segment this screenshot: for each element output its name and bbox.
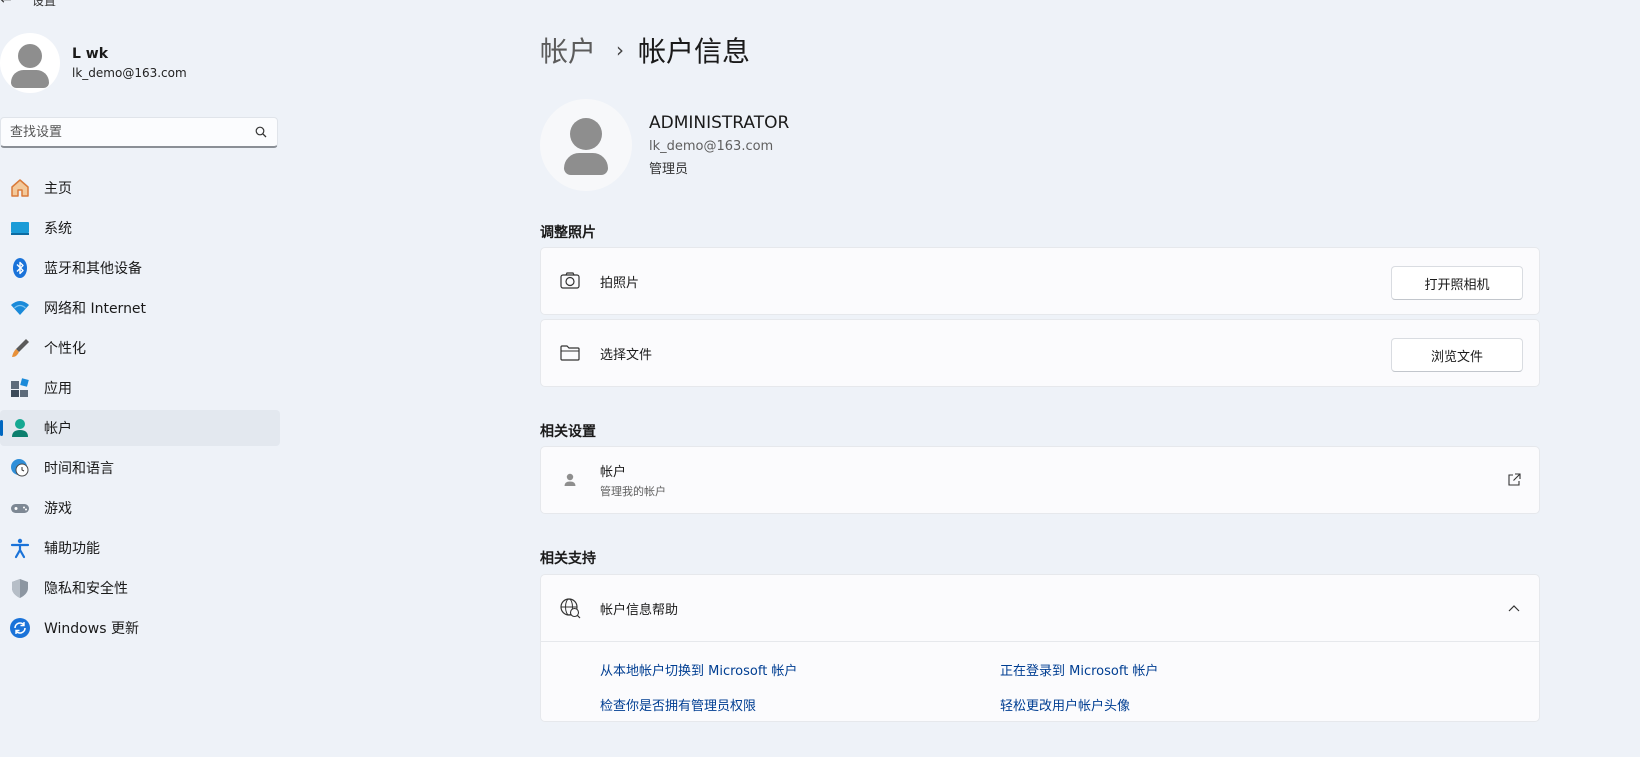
- help-link[interactable]: 正在登录到 Microsoft 帐户: [1000, 660, 1400, 686]
- sidebar-item-label: 系统: [44, 221, 72, 237]
- account-email: lk_demo@163.com: [649, 139, 774, 154]
- globe-help-icon: [558, 597, 582, 619]
- sidebar-item-system[interactable]: 系统: [0, 210, 280, 246]
- sidebar-nav: 主页 系统 蓝牙和其他设备 网络和 Internet 个性化 应用 帐户 时间和…: [0, 170, 280, 650]
- sidebar-item-label: 时间和语言: [44, 461, 114, 477]
- sidebar-item-personalization[interactable]: 个性化: [0, 330, 280, 366]
- sidebar-item-network[interactable]: 网络和 Internet: [0, 290, 280, 326]
- sidebar-item-label: 游戏: [44, 501, 72, 517]
- user-profile[interactable]: L wk lk_demo@163.com: [0, 33, 187, 93]
- home-icon: [9, 177, 31, 199]
- related-account-title: 帐户: [600, 465, 627, 480]
- sidebar-item-label: 辅助功能: [44, 541, 100, 557]
- sidebar: L wk lk_demo@163.com 主页 系统 蓝牙和其他设备: [0, 0, 280, 757]
- sidebar-item-label: 应用: [44, 381, 72, 397]
- apps-icon: [9, 377, 31, 399]
- account-name: ADMINISTRATOR: [649, 113, 790, 133]
- sidebar-item-label: 帐户: [44, 421, 72, 437]
- search-icon[interactable]: [249, 126, 273, 138]
- help-link[interactable]: 从本地帐户切换到 Microsoft 帐户: [600, 660, 1000, 686]
- sidebar-item-label: 个性化: [44, 341, 86, 357]
- sidebar-item-privacy[interactable]: 隐私和安全性: [0, 570, 280, 606]
- search-input[interactable]: [1, 123, 249, 141]
- chevron-right-icon: ›: [616, 38, 625, 62]
- sidebar-item-accessibility[interactable]: 辅助功能: [0, 530, 280, 566]
- breadcrumb: 帐户 › 帐户信息: [540, 30, 750, 70]
- open-camera-button[interactable]: 打开照相机: [1391, 266, 1523, 300]
- update-icon: [9, 617, 31, 639]
- sidebar-item-home[interactable]: 主页: [0, 170, 280, 206]
- help-link[interactable]: 检查你是否拥有管理员权限: [600, 695, 1000, 721]
- account-icon: [9, 417, 31, 439]
- related-account-card[interactable]: 帐户 管理我的帐户: [540, 446, 1540, 514]
- sidebar-item-time-language[interactable]: 时间和语言: [0, 450, 280, 486]
- sidebar-item-label: Windows 更新: [44, 621, 139, 637]
- take-photo-card: 拍照片 打开照相机: [540, 247, 1540, 315]
- camera-icon: [558, 272, 582, 290]
- account-summary: ADMINISTRATOR lk_demo@163.com 管理员: [540, 99, 789, 191]
- sidebar-item-label: 隐私和安全性: [44, 581, 128, 597]
- bluetooth-icon: [9, 257, 31, 279]
- brush-icon: [9, 337, 31, 359]
- sidebar-item-gaming[interactable]: 游戏: [0, 490, 280, 526]
- user-name: L wk: [72, 46, 109, 62]
- chevron-up-icon[interactable]: [1505, 599, 1523, 617]
- help-link[interactable]: 轻松更改用户帐户头像: [1000, 695, 1400, 721]
- shield-icon: [9, 577, 31, 599]
- account-help-links: 从本地帐户切换到 Microsoft 帐户 正在登录到 Microsoft 帐户…: [541, 641, 1539, 721]
- wifi-icon: [9, 297, 31, 319]
- external-link-icon[interactable]: [1505, 471, 1523, 489]
- account-avatar: [540, 99, 632, 191]
- sidebar-item-accounts[interactable]: 帐户: [0, 410, 280, 446]
- time-language-icon: [9, 457, 31, 479]
- accessibility-icon: [9, 537, 31, 559]
- sidebar-item-apps[interactable]: 应用: [0, 370, 280, 406]
- search-box: [0, 117, 278, 148]
- account-help-card: 帐户信息帮助 从本地帐户切换到 Microsoft 帐户 正在登录到 Micro…: [540, 574, 1540, 722]
- sidebar-item-bluetooth[interactable]: 蓝牙和其他设备: [0, 250, 280, 286]
- section-title-related-settings: 相关设置: [540, 424, 596, 440]
- sidebar-item-label: 主页: [44, 181, 72, 197]
- person-icon: [558, 472, 582, 488]
- sidebar-item-label: 蓝牙和其他设备: [44, 261, 142, 277]
- folder-icon: [558, 345, 582, 361]
- account-help-header[interactable]: 帐户信息帮助: [541, 575, 1539, 641]
- system-icon: [9, 217, 31, 239]
- choose-file-card: 选择文件 浏览文件: [540, 319, 1540, 387]
- page-title: 帐户信息: [638, 35, 751, 68]
- gamepad-icon: [9, 497, 31, 519]
- account-role: 管理员: [649, 162, 689, 177]
- related-account-subtitle: 管理我的帐户: [600, 485, 666, 498]
- user-email: lk_demo@163.com: [72, 66, 187, 80]
- sidebar-item-windows-update[interactable]: Windows 更新: [0, 610, 280, 646]
- sidebar-item-label: 网络和 Internet: [44, 301, 147, 317]
- breadcrumb-parent[interactable]: 帐户: [540, 30, 596, 70]
- account-help-title: 帐户信息帮助: [600, 602, 679, 618]
- section-title-photo: 调整照片: [540, 225, 596, 241]
- avatar: [0, 33, 60, 93]
- section-title-related-support: 相关支持: [540, 551, 596, 567]
- browse-files-button[interactable]: 浏览文件: [1391, 338, 1523, 372]
